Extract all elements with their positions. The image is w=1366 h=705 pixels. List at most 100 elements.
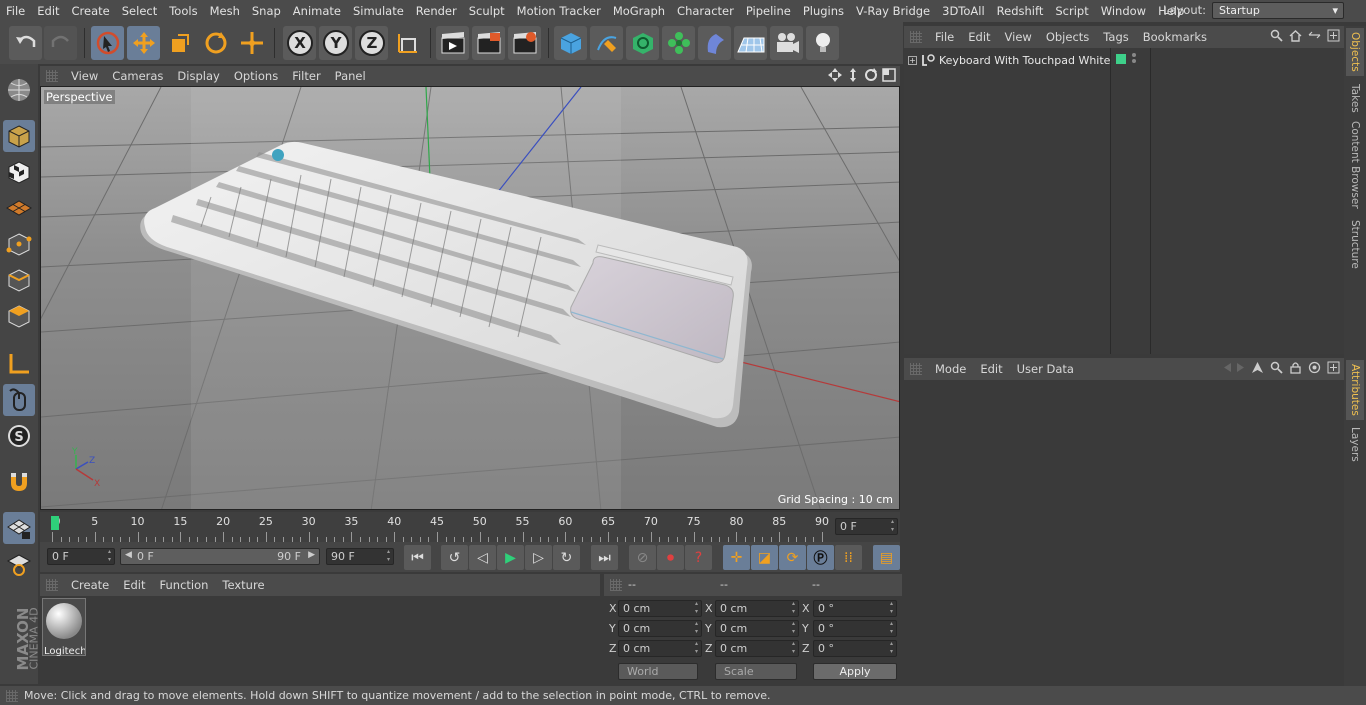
zoom-icon[interactable] [846,68,860,82]
tab-objects[interactable]: Objects [1346,28,1364,76]
viewport-menu-display[interactable]: Display [170,69,226,83]
perspective-viewport[interactable]: Y Z X Perspective Grid Spacing : 10 cm [40,86,900,510]
edge-mode-button[interactable] [3,264,35,296]
frame-range-slider[interactable]: ◀ 0 F 90 F ▶ [120,548,320,565]
new-panel-icon[interactable] [1327,29,1340,42]
rotation-h-field[interactable]: 0 ° [813,600,897,617]
attributes-menu-mode[interactable]: Mode [928,362,973,376]
new-panel-icon[interactable] [1327,361,1340,374]
apply-button[interactable]: Apply [813,663,897,680]
size-z-field[interactable]: 0 cm [715,640,799,657]
previous-frame-button[interactable]: ◁ [469,545,496,570]
axis-mode-button[interactable] [3,348,35,380]
solo-mode-button[interactable]: S [3,420,35,452]
texture-mode-button[interactable] [3,156,35,188]
menu-motion-tracker[interactable]: Motion Tracker [511,4,607,18]
menu-pipeline[interactable]: Pipeline [740,4,797,18]
go-to-start-button[interactable]: ⏮ [404,545,431,570]
autokey-off-button[interactable]: ⊘ [629,545,656,570]
objects-menu-bookmarks[interactable]: Bookmarks [1136,30,1214,44]
viewport-menu-panel[interactable]: Panel [328,69,373,83]
rotate-tool-button[interactable] [199,26,232,60]
go-to-end-button[interactable]: ⏭ [591,545,618,570]
back-forward-icon[interactable] [1223,361,1245,374]
objects-menu-objects[interactable]: Objects [1039,30,1096,44]
make-editable-button[interactable] [3,74,35,106]
axis-z-lock-button[interactable]: Z [355,26,388,60]
key-position-button[interactable]: ✛ [723,545,750,570]
menu-edit[interactable]: Edit [31,4,65,18]
tab-takes[interactable]: Takes [1346,80,1364,116]
material-menu-texture[interactable]: Texture [215,578,271,592]
objects-menu-file[interactable]: File [928,30,961,44]
menu-character[interactable]: Character [671,4,740,18]
viewport-menu-cameras[interactable]: Cameras [105,69,170,83]
menu-snap[interactable]: Snap [246,4,287,18]
play-button[interactable]: ▶ [497,545,524,570]
size-mode-dropdown[interactable]: Scale [715,663,797,680]
search-icon[interactable] [1270,361,1283,374]
position-y-field[interactable]: 0 cm [618,620,702,637]
keyframe-selection-button[interactable]: ? [685,545,712,570]
point-mode-button[interactable] [3,228,35,260]
recent-tool-button[interactable] [235,26,268,60]
cursor-arrow-icon[interactable] [1251,361,1264,374]
record-keys-button[interactable]: ⏺ [657,545,684,570]
key-rotation-button[interactable]: ⟳ [779,545,806,570]
menu-plugins[interactable]: Plugins [797,4,850,18]
menu-simulate[interactable]: Simulate [347,4,410,18]
search-icon[interactable] [1270,29,1283,42]
cube-primitive-button[interactable] [554,26,587,60]
expand-plus-icon[interactable]: + [908,55,917,65]
coordinate-mode-dropdown[interactable]: World [618,663,698,680]
snap-button[interactable] [3,466,35,498]
pen-spline-button[interactable] [590,26,623,60]
attributes-menu-edit[interactable]: Edit [973,362,1009,376]
floor-button[interactable] [734,26,767,60]
arrows-icon[interactable] [1308,29,1321,42]
visibility-dots-icon[interactable] [1132,53,1137,65]
camera-button[interactable] [770,26,803,60]
lock-icon[interactable] [1289,361,1302,374]
workplane-button[interactable] [3,192,35,224]
scale-tool-button[interactable] [163,26,196,60]
pan-icon[interactable] [828,68,842,82]
viewport-menu-view[interactable]: View [64,69,105,83]
position-z-field[interactable]: 0 cm [618,640,702,657]
viewport-menu-options[interactable]: Options [227,69,285,83]
objects-menu-tags[interactable]: Tags [1096,30,1135,44]
min-frame-field[interactable]: 0 F [47,548,115,565]
current-frame-field[interactable]: 0 F [835,518,898,535]
material-menu-edit[interactable]: Edit [116,578,152,592]
target-icon[interactable] [1308,361,1321,374]
rotation-b-field[interactable]: 0 ° [813,640,897,657]
objects-menu-view[interactable]: View [998,30,1039,44]
size-y-field[interactable]: 0 cm [715,620,799,637]
menu-render[interactable]: Render [410,4,463,18]
maximize-view-icon[interactable] [882,68,896,82]
polygon-mode-button[interactable] [3,300,35,332]
menu-mograph[interactable]: MoGraph [607,4,671,18]
menu-file[interactable]: File [0,4,31,18]
viewport-camera-label[interactable]: Perspective [44,90,115,104]
light-button[interactable] [806,26,839,60]
attributes-menu-user-data[interactable]: User Data [1010,362,1081,376]
model-mode-button[interactable] [3,120,35,152]
move-tool-button[interactable] [127,26,160,60]
object-list[interactable]: + Keyboard With Touchpad White [904,48,1344,354]
rotation-p-field[interactable]: 0 ° [813,620,897,637]
render-to-picture-viewer-button[interactable] [472,26,505,60]
object-name-label[interactable]: Keyboard With Touchpad White [939,54,1110,67]
next-frame-button[interactable]: ▷ [525,545,552,570]
tab-attributes[interactable]: Attributes [1346,360,1364,420]
menu-select[interactable]: Select [116,4,163,18]
layout-dropdown[interactable]: Startup [1212,2,1344,19]
render-view-button[interactable] [436,26,469,60]
layer-color-swatch[interactable] [1116,54,1126,64]
menu-sculpt[interactable]: Sculpt [463,4,511,18]
render-settings-button[interactable] [508,26,541,60]
deformer-button[interactable] [698,26,731,60]
menu-animate[interactable]: Animate [287,4,347,18]
menu-vray-bridge[interactable]: V-Ray Bridge [850,4,936,18]
object-row[interactable]: + Keyboard With Touchpad White [908,51,1110,69]
